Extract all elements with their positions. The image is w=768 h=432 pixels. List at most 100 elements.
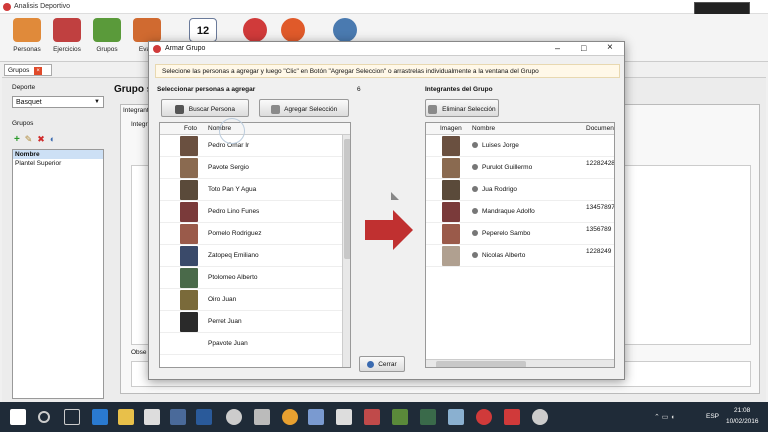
groups-icon [93,18,121,42]
app-icon-2[interactable] [196,409,212,425]
cursor-highlight [219,118,245,144]
language-indicator[interactable]: ESP [706,413,719,420]
table-row[interactable]: Ptolomeo Alberto [160,267,342,289]
person-photo [180,312,198,332]
table-row[interactable]: Toto Pan Y Agua [160,179,342,201]
person-photo [180,224,198,244]
person-photo [180,246,198,266]
remove-selection-icon [428,105,438,114]
tab-integrantes[interactable]: Integrant [123,107,149,114]
add-icon[interactable]: + [14,134,20,145]
table-row[interactable]: Pedro Omar Ir [160,135,342,157]
table-row[interactable]: Nicolas Alberto 1228249 [426,245,614,267]
scrollbar-thumb[interactable] [436,361,526,367]
table-row[interactable]: Zatopeq Emiliano [160,245,342,267]
task-view-icon[interactable] [64,409,80,425]
table-row[interactable]: Mandraque Adolfo 13457897 [426,201,614,223]
table-row[interactable]: Pomelo Rodriguez [160,223,342,245]
search-icon[interactable] [38,411,50,423]
observaciones-label: Obse [131,349,147,356]
evaluation-icon [133,18,161,42]
logo-icon [243,18,267,42]
person-photo [180,158,198,178]
table-row[interactable]: Pedro Lino Funes [160,201,342,223]
eliminar-seleccion-button[interactable]: Eliminar Selección [425,99,499,117]
buscar-persona-button[interactable]: Buscar Persona [161,99,249,117]
clock-date[interactable]: 10/02/2016 [726,418,759,425]
grupos-list: Nombre Plantel Superior [12,149,104,399]
app-icon [3,3,11,11]
edge-icon[interactable] [92,409,108,425]
store-icon[interactable] [144,409,160,425]
lifebuoy-icon [281,18,305,42]
agregar-seleccion-button[interactable]: Agregar Selección [259,99,349,117]
close-circle-icon [367,361,375,368]
maximize-icon[interactable]: □ [581,43,586,53]
refresh-icon[interactable]: ◐ [50,134,55,144]
app-icon-8[interactable] [448,409,464,425]
table-row[interactable]: Ppavote Juan [160,333,342,355]
calculator-icon[interactable] [254,409,270,425]
app-icon-9[interactable] [476,409,492,425]
person-photo [180,290,198,310]
people-scrollbar[interactable] [342,135,350,367]
app-icon-5[interactable] [364,409,380,425]
app-icon-4[interactable] [336,409,352,425]
scrollbar-thumb[interactable] [344,139,350,259]
member-photo [442,202,460,222]
analisis-deportivo-icon[interactable] [504,409,520,425]
windows-taskbar: ⌃ ▭ ◖ ESP 21:08 10/02/2016 [0,402,768,432]
user-icon [472,252,478,258]
chevron-down-icon: ▼ [94,99,100,105]
list-item[interactable]: Plantel Superior [13,159,103,168]
deporte-select[interactable]: Basquet ▼ [12,96,104,108]
search-person-icon [174,105,184,114]
app-title: Analisis Deportivo [14,3,71,10]
move-arrow-icon [359,192,415,252]
tab-grupos[interactable]: Grupos × [4,64,52,76]
table-row[interactable]: Oiro Juan [160,289,342,311]
instructions-note: Selecione las personas a agregar y luego… [155,64,620,78]
integrantes-label: Integr [131,121,148,128]
person-photo [180,180,198,200]
person-photo [180,202,198,222]
windows-start-icon[interactable] [10,409,26,425]
close-icon[interactable]: × [34,67,43,75]
edit-icon[interactable]: ✎ [25,134,33,144]
explorer-icon[interactable] [118,409,134,425]
app-icon-1[interactable] [170,409,186,425]
table-row[interactable]: Peperelo Sambo 1356789 [426,223,614,245]
member-photo [442,246,460,266]
settings-icon[interactable] [226,409,242,425]
table-row[interactable]: Luises Jorge [426,135,614,157]
minimize-icon[interactable]: – [555,43,560,53]
group-title: Grupo s [114,84,153,95]
grupos-list-header: Nombre [13,150,103,159]
table-row[interactable]: Purulot Guillermo 12282428 [426,157,614,179]
members-hscrollbar[interactable] [426,359,614,367]
table-row[interactable]: Jua Rodrigo [426,179,614,201]
app-icon-3[interactable] [308,409,324,425]
clock-time[interactable]: 21:08 [734,407,750,414]
tray-icons[interactable]: ⌃ ▭ ◖ [654,413,675,421]
table-row[interactable]: Perret Juan [160,311,342,333]
member-photo [442,136,460,156]
cerrar-button[interactable]: Cerrar [359,356,405,372]
col-foto: Foto [184,125,198,132]
user-icon [472,186,478,192]
delete-icon[interactable]: ✖ [37,134,45,144]
chrome-icon[interactable] [282,409,298,425]
grupos-toolbar: + ✎ ✖ ◐ [14,134,55,145]
app-icon-7[interactable] [420,409,436,425]
calendar-icon: 12 [189,18,217,42]
gear-icon[interactable] [532,409,548,425]
table-row[interactable]: Pavote Sergio [160,157,342,179]
people-table-header: Foto Nombre [160,123,350,135]
member-photo [442,158,460,178]
col-nombre: Nombre [472,125,496,132]
members-table-header: Imagen Nombre Documen [426,123,614,135]
app-icon-6[interactable] [392,409,408,425]
member-photo [442,224,460,244]
col-imagen: Imagen [440,125,462,132]
close-icon[interactable]: × [607,42,613,53]
